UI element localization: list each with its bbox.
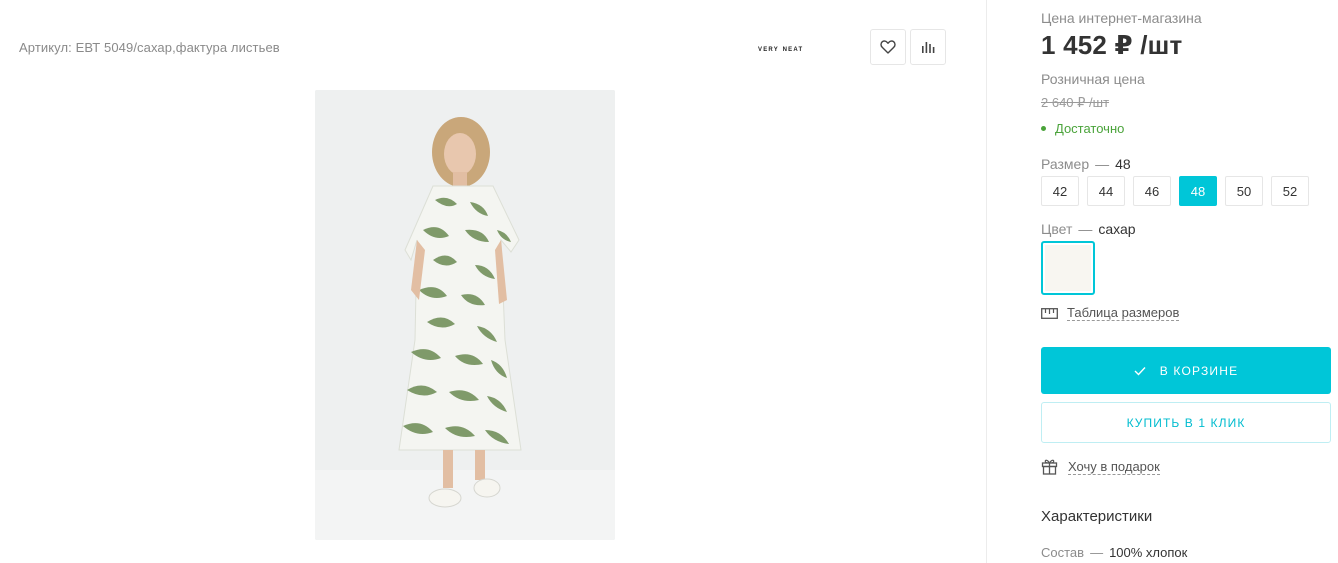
article-number: Артикул: ЕВТ 5049/сахар,фактура листьев xyxy=(19,40,280,55)
composition-value: 100% хлопок xyxy=(1109,545,1188,560)
in-cart-button[interactable]: В КОРЗИНЕ xyxy=(1041,347,1331,394)
compare-bars-icon xyxy=(922,42,935,53)
gift-wish-text: Хочу в подарок xyxy=(1068,458,1160,475)
in-cart-label: В КОРЗИНЕ xyxy=(1159,363,1239,378)
color-swatch-fill xyxy=(1045,245,1091,291)
product-photo[interactable] xyxy=(315,90,615,540)
color-swatch-sugar[interactable] xyxy=(1041,241,1095,295)
size-selected-value: 48 xyxy=(1115,156,1131,172)
color-selected-value: сахар xyxy=(1098,221,1136,237)
gift-wish-link[interactable]: Хочу в подарок xyxy=(1041,458,1160,475)
ruler-icon xyxy=(1041,307,1058,319)
size-option-50[interactable]: 50 xyxy=(1225,176,1263,206)
composition-row: Состав — 100% хлопок xyxy=(1041,545,1187,560)
retail-price: 2 640 ₽ /шт xyxy=(1041,95,1110,110)
color-dash: — xyxy=(1078,221,1093,237)
add-to-compare-button[interactable] xyxy=(910,29,946,65)
composition-dash: — xyxy=(1090,545,1104,560)
size-option-52[interactable]: 52 xyxy=(1271,176,1309,206)
stock-status-text: Достаточно xyxy=(1055,121,1125,136)
characteristics-title: Характеристики xyxy=(1041,508,1153,525)
size-option-46[interactable]: 46 xyxy=(1133,176,1171,206)
checkmark-icon xyxy=(1134,366,1146,376)
color-label: Цвет xyxy=(1041,221,1073,237)
color-selector-label: Цвет — сахар xyxy=(1041,221,1136,237)
size-table-text: Таблица размеров xyxy=(1067,305,1180,321)
add-to-favorites-button[interactable] xyxy=(870,29,906,65)
size-option-42[interactable]: 42 xyxy=(1041,176,1079,206)
stock-status: Достаточно xyxy=(1041,121,1124,136)
gift-icon xyxy=(1041,459,1058,475)
buy-one-click-button[interactable]: КУПИТЬ В 1 КЛИК xyxy=(1041,402,1331,443)
size-table-link[interactable]: Таблица размеров xyxy=(1041,305,1180,321)
heart-icon xyxy=(880,40,896,54)
size-label: Размер xyxy=(1041,156,1090,172)
size-option-48[interactable]: 48 xyxy=(1179,176,1217,206)
model-in-dress-image xyxy=(315,90,615,540)
stock-dot-icon xyxy=(1041,126,1046,131)
product-gallery-area: Артикул: ЕВТ 5049/сахар,фактура листьев … xyxy=(0,0,986,563)
size-options: 42 44 46 48 50 52 xyxy=(1041,176,1309,206)
size-option-44[interactable]: 44 xyxy=(1087,176,1125,206)
online-price-label: Цена интернет-магазина xyxy=(1041,10,1202,26)
composition-label: Состав xyxy=(1041,545,1085,560)
online-price: 1 452 ₽ /шт xyxy=(1041,30,1183,60)
retail-price-label: Розничная цена xyxy=(1041,71,1145,87)
brand-logo[interactable]: very neat xyxy=(758,43,803,53)
size-dash: — xyxy=(1095,156,1110,172)
product-info-panel: Цена интернет-магазина 1 452 ₽ /шт Розни… xyxy=(987,0,1338,563)
size-selector-label: Размер — 48 xyxy=(1041,156,1131,172)
